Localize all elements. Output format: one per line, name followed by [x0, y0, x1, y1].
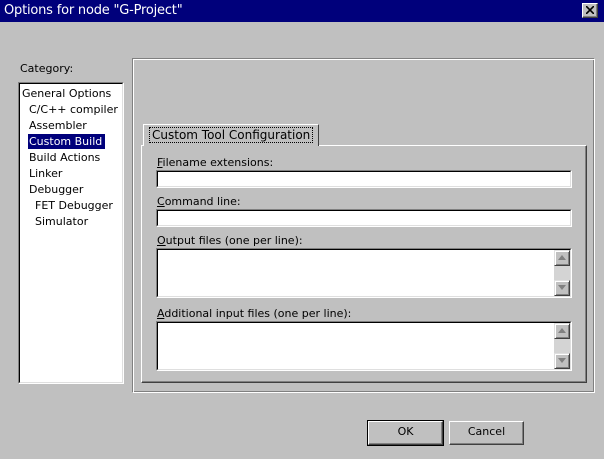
- window-title: Options for node "G-Project": [4, 3, 183, 18]
- output-files-scrollbar[interactable]: [554, 250, 570, 296]
- scroll-down-button[interactable]: [554, 280, 570, 296]
- additional-input-files-label: Additional input files (one per line):: [157, 307, 352, 320]
- category-item-custom-build[interactable]: Custom Build: [28, 134, 106, 149]
- arrow-up-icon: [558, 255, 566, 260]
- category-item-assembler[interactable]: Assembler: [28, 118, 90, 133]
- scroll-up-button[interactable]: [554, 323, 570, 339]
- close-icon: [586, 6, 594, 14]
- category-list[interactable]: General Options C/C++ compiler Assembler Cu…: [18, 82, 124, 384]
- tab-custom-tool-configuration[interactable]: Custom Tool Configuration: [143, 124, 320, 146]
- filename-extensions-field[interactable]: [156, 170, 572, 188]
- cancel-button[interactable]: Cancel: [449, 421, 524, 445]
- output-files-label: Output files (one per line):: [157, 234, 303, 247]
- title-bar: Options for node "G-Project": [0, 0, 604, 22]
- category-item-general-options[interactable]: General Options: [21, 86, 114, 101]
- command-line-field[interactable]: [156, 209, 572, 227]
- command-line-label: Command line:: [157, 195, 241, 208]
- category-item-c-c-compiler[interactable]: C/C++ compiler: [28, 102, 121, 117]
- scroll-up-button[interactable]: [554, 250, 570, 266]
- additional-input-files-textarea[interactable]: [156, 321, 572, 371]
- category-item-fet-debugger[interactable]: FET Debugger: [34, 198, 116, 213]
- close-button[interactable]: [582, 3, 598, 18]
- category-item-debugger[interactable]: Debugger: [28, 182, 86, 197]
- category-label: Category:: [20, 62, 74, 75]
- ok-button[interactable]: OK: [367, 420, 444, 446]
- tab-label: Custom Tool Configuration: [149, 127, 314, 143]
- arrow-down-icon: [558, 285, 566, 290]
- category-item-simulator[interactable]: Simulator: [34, 214, 91, 229]
- input-files-scrollbar[interactable]: [554, 323, 570, 369]
- arrow-up-icon: [558, 328, 566, 333]
- scroll-down-button[interactable]: [554, 353, 570, 369]
- filename-extensions-label: Filename extensions:: [157, 156, 274, 169]
- output-files-textarea[interactable]: [156, 248, 572, 298]
- arrow-down-icon: [558, 358, 566, 363]
- category-item-build-actions[interactable]: Build Actions: [28, 150, 103, 165]
- category-item-linker[interactable]: Linker: [28, 166, 65, 181]
